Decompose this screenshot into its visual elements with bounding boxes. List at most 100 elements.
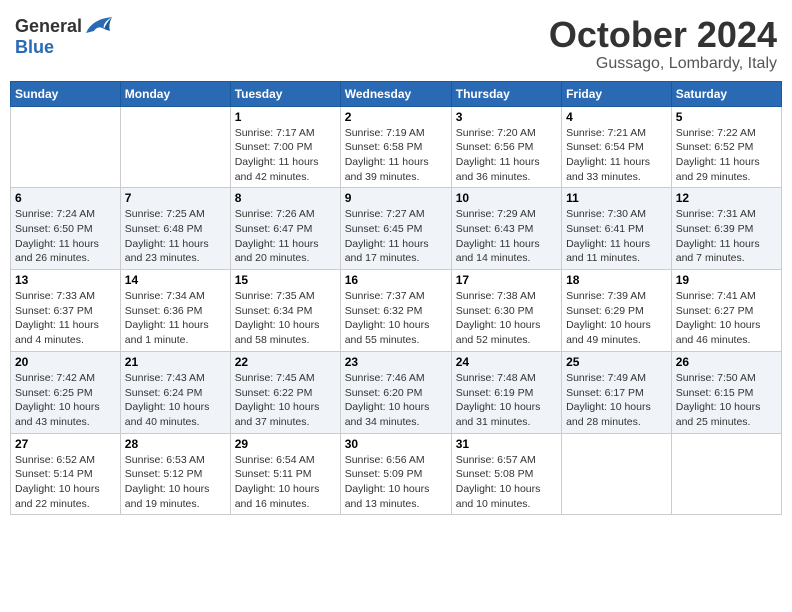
day-info: Sunrise: 7:26 AMSunset: 6:47 PMDaylight:… (235, 207, 336, 266)
day-number: 23 (345, 355, 447, 369)
day-number: 17 (456, 273, 557, 287)
day-info: Sunrise: 6:54 AMSunset: 5:11 PMDaylight:… (235, 453, 336, 512)
day-number: 28 (125, 437, 226, 451)
day-info: Sunrise: 7:37 AMSunset: 6:32 PMDaylight:… (345, 289, 447, 348)
calendar-cell: 17 Sunrise: 7:38 AMSunset: 6:30 PMDayligh… (451, 270, 561, 352)
day-info: Sunrise: 7:27 AMSunset: 6:45 PMDaylight:… (345, 207, 447, 266)
day-number: 10 (456, 191, 557, 205)
calendar-cell: 28Sunrise: 6:53 AMSunset: 5:12 PMDayligh… (120, 433, 230, 515)
day-number: 4 (566, 110, 667, 124)
day-info: Sunrise: 7:25 AMSunset: 6:48 PMDaylight:… (125, 207, 226, 266)
calendar-cell: 23 Sunrise: 7:46 AMSunset: 6:20 PMDayligh… (340, 351, 451, 433)
calendar-cell: 25Sunrise: 7:49 AMSunset: 6:17 PMDayligh… (562, 351, 672, 433)
day-info: Sunrise: 7:20 AMSunset: 6:56 PMDaylight:… (456, 126, 557, 185)
location-subtitle: Gussago, Lombardy, Italy (549, 55, 777, 73)
day-number: 9 (345, 191, 447, 205)
calendar-cell: 9 Sunrise: 7:27 AMSunset: 6:45 PMDaylight… (340, 188, 451, 270)
calendar-cell: 16 Sunrise: 7:37 AMSunset: 6:32 PMDayligh… (340, 270, 451, 352)
day-number: 16 (345, 273, 447, 287)
calendar-cell: 20 Sunrise: 7:42 AMSunset: 6:25 PMDayligh… (11, 351, 121, 433)
day-number: 18 (566, 273, 667, 287)
day-number: 22 (235, 355, 336, 369)
day-number: 12 (676, 191, 777, 205)
calendar-cell: 2 Sunrise: 7:19 AMSunset: 6:58 PMDaylight… (340, 106, 451, 188)
day-info: Sunrise: 7:31 AMSunset: 6:39 PMDaylight:… (676, 207, 777, 266)
day-info: Sunrise: 7:30 AMSunset: 6:41 PMDaylight:… (566, 207, 667, 266)
calendar-cell: 21 Sunrise: 7:43 AMSunset: 6:24 PMDayligh… (120, 351, 230, 433)
calendar-cell: 14 Sunrise: 7:34 AMSunset: 6:36 PMDayligh… (120, 270, 230, 352)
day-number: 25 (566, 355, 667, 369)
calendar-cell: 15 Sunrise: 7:35 AMSunset: 6:34 PMDayligh… (230, 270, 340, 352)
day-info: Sunrise: 7:46 AMSunset: 6:20 PMDaylight:… (345, 371, 447, 430)
day-number: 13 (15, 273, 116, 287)
calendar-cell: 7Sunrise: 7:25 AMSunset: 6:48 PMDaylight… (120, 188, 230, 270)
calendar-cell: 3Sunrise: 7:20 AMSunset: 6:56 PMDaylight… (451, 106, 561, 188)
page-header: General Blue October 2024 Gussago, Lomba… (10, 10, 782, 73)
calendar-cell: 22 Sunrise: 7:45 AMSunset: 6:22 PMDayligh… (230, 351, 340, 433)
day-info: Sunrise: 7:17 AMSunset: 7:00 PMDaylight:… (235, 126, 336, 185)
calendar-cell: 5 Sunrise: 7:22 AMSunset: 6:52 PMDaylight… (671, 106, 781, 188)
logo-blue-text: Blue (15, 37, 54, 58)
calendar-header-row: SundayMondayTuesdayWednesdayThursdayFrid… (11, 81, 782, 106)
day-info: Sunrise: 7:50 AMSunset: 6:15 PMDaylight:… (676, 371, 777, 430)
weekday-header-sunday: Sunday (11, 81, 121, 106)
calendar-cell: 6 Sunrise: 7:24 AMSunset: 6:50 PMDaylight… (11, 188, 121, 270)
calendar-cell: 29Sunrise: 6:54 AMSunset: 5:11 PMDayligh… (230, 433, 340, 515)
calendar-cell: 12 Sunrise: 7:31 AMSunset: 6:39 PMDayligh… (671, 188, 781, 270)
logo-general-text: General (15, 16, 82, 37)
day-info: Sunrise: 6:56 AMSunset: 5:09 PMDaylight:… (345, 453, 447, 512)
day-info: Sunrise: 6:57 AMSunset: 5:08 PMDaylight:… (456, 453, 557, 512)
day-number: 2 (345, 110, 447, 124)
day-number: 11 (566, 191, 667, 205)
calendar-cell: 8 Sunrise: 7:26 AMSunset: 6:47 PMDaylight… (230, 188, 340, 270)
day-info: Sunrise: 7:22 AMSunset: 6:52 PMDaylight:… (676, 126, 777, 185)
day-number: 14 (125, 273, 226, 287)
calendar-cell: 30 Sunrise: 6:56 AMSunset: 5:09 PMDayligh… (340, 433, 451, 515)
day-info: Sunrise: 7:43 AMSunset: 6:24 PMDaylight:… (125, 371, 226, 430)
day-number: 8 (235, 191, 336, 205)
day-number: 26 (676, 355, 777, 369)
calendar-cell (562, 433, 672, 515)
calendar-cell: 4Sunrise: 7:21 AMSunset: 6:54 PMDaylight… (562, 106, 672, 188)
calendar-table: SundayMondayTuesdayWednesdayThursdayFrid… (10, 81, 782, 516)
title-block: October 2024 Gussago, Lombardy, Italy (549, 15, 777, 73)
calendar-week-row: 1 Sunrise: 7:17 AMSunset: 7:00 PMDaylight… (11, 106, 782, 188)
weekday-header-tuesday: Tuesday (230, 81, 340, 106)
day-info: Sunrise: 7:33 AMSunset: 6:37 PMDaylight:… (15, 289, 116, 348)
calendar-cell: 31 Sunrise: 6:57 AMSunset: 5:08 PMDayligh… (451, 433, 561, 515)
calendar-cell: 26 Sunrise: 7:50 AMSunset: 6:15 PMDayligh… (671, 351, 781, 433)
day-number: 5 (676, 110, 777, 124)
day-info: Sunrise: 7:34 AMSunset: 6:36 PMDaylight:… (125, 289, 226, 348)
day-number: 20 (15, 355, 116, 369)
day-number: 27 (15, 437, 116, 451)
day-info: Sunrise: 7:48 AMSunset: 6:19 PMDaylight:… (456, 371, 557, 430)
day-info: Sunrise: 7:45 AMSunset: 6:22 PMDaylight:… (235, 371, 336, 430)
day-info: Sunrise: 6:52 AMSunset: 5:14 PMDaylight:… (15, 453, 116, 512)
day-info: Sunrise: 7:35 AMSunset: 6:34 PMDaylight:… (235, 289, 336, 348)
calendar-cell (120, 106, 230, 188)
day-number: 30 (345, 437, 447, 451)
day-number: 21 (125, 355, 226, 369)
calendar-week-row: 13 Sunrise: 7:33 AMSunset: 6:37 PMDayligh… (11, 270, 782, 352)
day-info: Sunrise: 7:24 AMSunset: 6:50 PMDaylight:… (15, 207, 116, 266)
day-number: 31 (456, 437, 557, 451)
day-info: Sunrise: 7:38 AMSunset: 6:30 PMDaylight:… (456, 289, 557, 348)
day-info: Sunrise: 7:19 AMSunset: 6:58 PMDaylight:… (345, 126, 447, 185)
day-info: Sunrise: 7:42 AMSunset: 6:25 PMDaylight:… (15, 371, 116, 430)
weekday-header-monday: Monday (120, 81, 230, 106)
day-number: 19 (676, 273, 777, 287)
month-title: October 2024 (549, 15, 777, 55)
day-info: Sunrise: 7:39 AMSunset: 6:29 PMDaylight:… (566, 289, 667, 348)
day-info: Sunrise: 7:41 AMSunset: 6:27 PMDaylight:… (676, 289, 777, 348)
weekday-header-thursday: Thursday (451, 81, 561, 106)
day-number: 6 (15, 191, 116, 205)
day-number: 15 (235, 273, 336, 287)
calendar-cell: 19 Sunrise: 7:41 AMSunset: 6:27 PMDayligh… (671, 270, 781, 352)
day-info: Sunrise: 7:29 AMSunset: 6:43 PMDaylight:… (456, 207, 557, 266)
day-number: 1 (235, 110, 336, 124)
weekday-header-friday: Friday (562, 81, 672, 106)
day-number: 24 (456, 355, 557, 369)
weekday-header-wednesday: Wednesday (340, 81, 451, 106)
logo-bird-icon (84, 15, 112, 37)
calendar-week-row: 27 Sunrise: 6:52 AMSunset: 5:14 PMDayligh… (11, 433, 782, 515)
